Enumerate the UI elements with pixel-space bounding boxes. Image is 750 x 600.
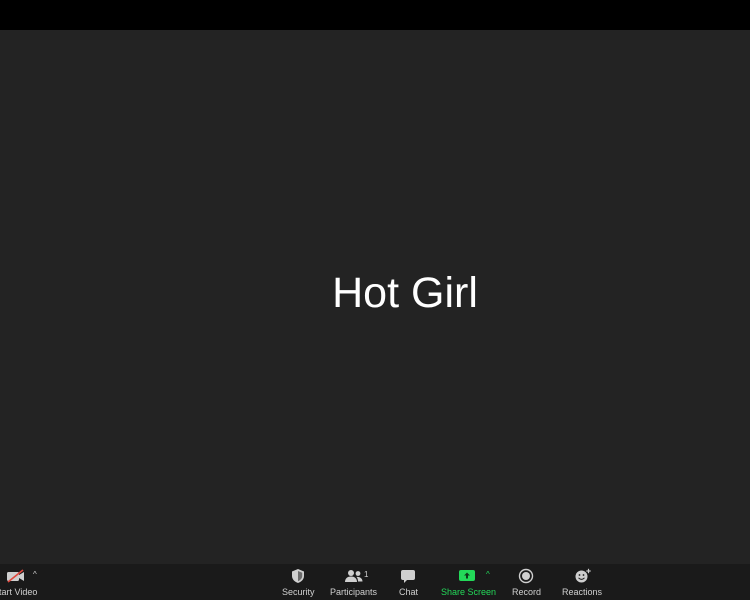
security-label: Security [282,587,315,597]
reactions-button[interactable]: Reactions [560,564,604,600]
participant-name: Hot Girl [332,269,478,317]
emoji-plus-icon [574,568,592,584]
video-options-caret[interactable]: ^ [33,570,37,579]
record-button[interactable]: Record [508,564,544,600]
meeting-toolbar: Start Video ^ Security [0,564,750,600]
video-off-icon [6,568,26,584]
people-icon [344,568,364,584]
reactions-label: Reactions [562,587,603,597]
share-screen-icon [458,568,476,584]
security-button[interactable]: Security [278,564,318,600]
start-video-button[interactable]: Start Video [0,564,37,600]
participants-button[interactable]: 1 Participants [328,564,378,600]
chat-bubble-icon [400,568,416,584]
zoom-meeting-window: Hot Girl Start Video ^ Security [0,0,750,600]
chat-label: Chat [399,587,419,597]
share-screen-options-caret[interactable]: ^ [486,570,490,579]
start-video-label: Start Video [0,587,38,597]
window-top-bar [0,0,750,30]
record-label: Record [512,587,542,597]
chat-button[interactable]: Chat [392,564,424,600]
shield-icon [290,568,306,584]
record-icon [518,568,534,584]
participants-count: 1 [364,570,369,579]
participants-label: Participants [330,587,378,597]
share-screen-label: Share Screen [441,587,497,597]
